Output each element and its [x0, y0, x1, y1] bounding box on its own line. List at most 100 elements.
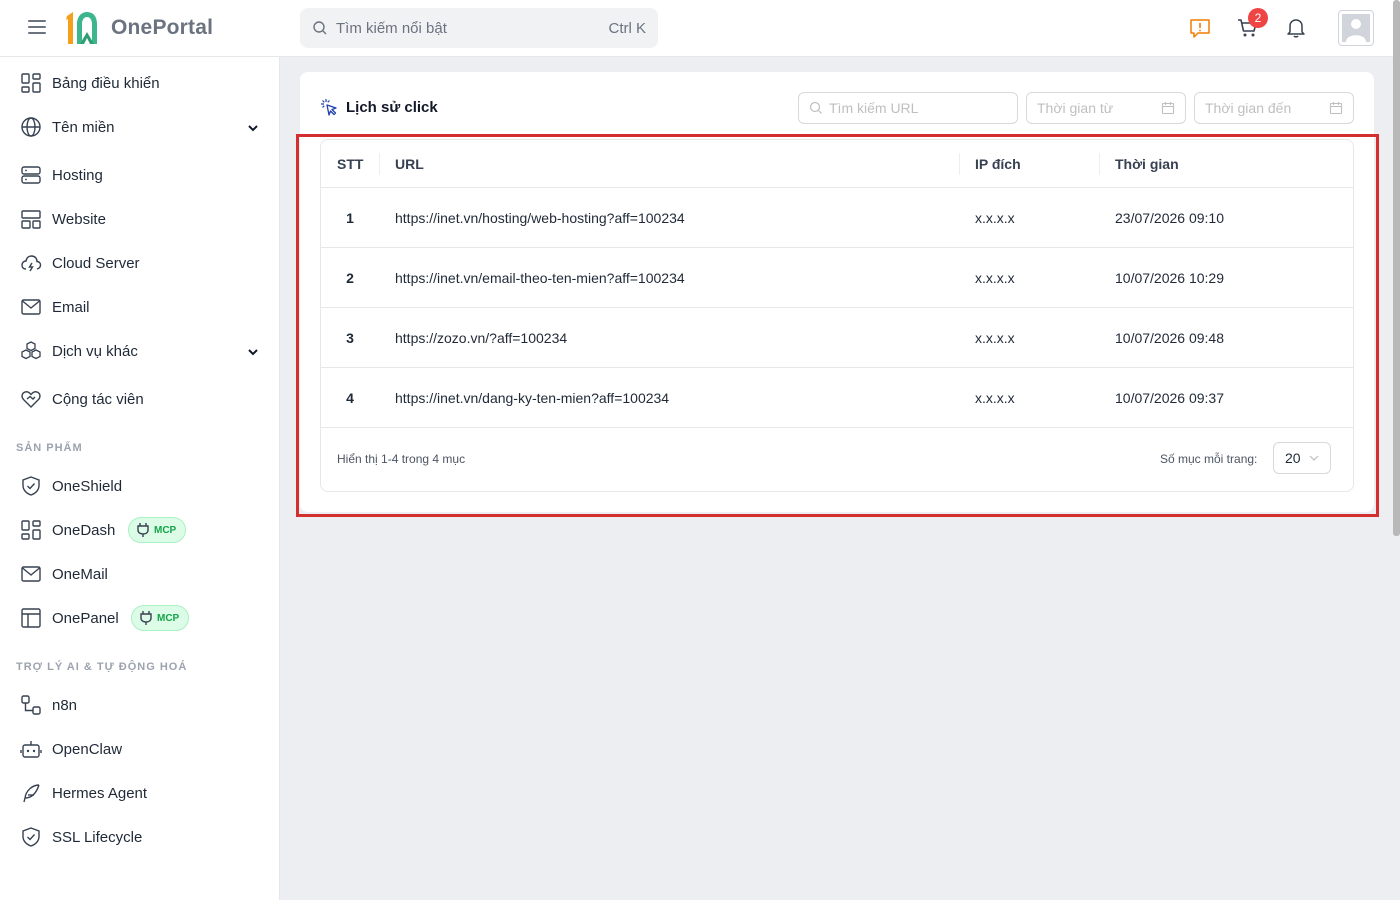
sidebar-item-label: OnePanel — [52, 609, 119, 627]
plug-icon — [140, 611, 152, 625]
chevron-down-icon[interactable] — [246, 121, 260, 135]
url-search-placeholder: Tìm kiếm URL — [829, 100, 919, 116]
per-page-value: 20 — [1285, 450, 1301, 466]
column-header-url: URL — [395, 156, 424, 172]
sidebar-item-onedash[interactable]: OneDash MCP — [0, 508, 280, 552]
cell-url: https://inet.vn/hosting/web-hosting?aff=… — [395, 210, 685, 226]
sidebar-item-other-services[interactable]: Dịch vụ khác — [0, 329, 280, 373]
cell-stt: 1 — [346, 210, 354, 226]
date-from-placeholder: Thời gian từ — [1037, 100, 1114, 116]
sidebar-item-label: Hosting — [52, 166, 103, 184]
plug-icon — [137, 523, 149, 537]
url-search-input[interactable]: Tìm kiếm URL — [798, 92, 1018, 124]
sidebar-item-label: Bảng điều khiển — [52, 74, 160, 92]
top-header: OnePortal Tìm kiếm nổi bật Ctrl K 2 — [0, 0, 1400, 57]
global-search[interactable]: Tìm kiếm nổi bật Ctrl K — [300, 8, 658, 48]
sidebar-item-label: OneShield — [52, 477, 123, 495]
card-title: Lịch sử click — [320, 98, 438, 116]
cell-ip: x.x.x.x — [975, 270, 1015, 286]
table-row[interactable]: 4 https://inet.vn/dang-ky-ten-mien?aff=1… — [321, 368, 1353, 428]
menu-icon[interactable] — [28, 20, 46, 36]
shield-icon — [22, 476, 40, 496]
user-avatar-icon — [1342, 14, 1370, 42]
sidebar-item-openclaw[interactable]: OpenClaw — [0, 727, 280, 771]
cell-stt: 3 — [346, 330, 354, 346]
sidebar-item-website[interactable]: Website — [0, 197, 280, 241]
column-divider — [379, 153, 380, 175]
section-title-products: SẢN PHẨM — [16, 442, 83, 454]
sidebar-item-label: Cộng tác viên — [52, 390, 144, 408]
page-title: Lịch sử click — [346, 98, 438, 116]
logo[interactable]: OnePortal — [64, 10, 213, 46]
sidebar-item-cloud-server[interactable]: Cloud Server — [0, 241, 280, 285]
robot-icon — [20, 741, 42, 758]
sidebar-item-domain[interactable]: Tên miền — [0, 105, 280, 149]
table-row[interactable]: 2 https://inet.vn/email-theo-ten-mien?af… — [321, 248, 1353, 308]
cell-time: 23/07/2026 09:10 — [1115, 210, 1224, 226]
chevron-down-icon — [1309, 455, 1319, 461]
sidebar-item-hosting[interactable]: Hosting — [0, 153, 280, 197]
date-from-input[interactable]: Thời gian từ — [1026, 92, 1186, 124]
sidebar-item-affiliate[interactable]: Cộng tác viên — [0, 377, 280, 421]
sidebar-item-label: Tên miền — [52, 118, 115, 136]
cloud-icon — [21, 255, 42, 272]
sidebar-item-label: Hermes Agent — [52, 784, 148, 802]
chevron-down-icon[interactable] — [246, 345, 260, 359]
table-row[interactable]: 1 https://inet.vn/hosting/web-hosting?af… — [321, 188, 1353, 248]
date-to-placeholder: Thời gian đến — [1205, 100, 1292, 116]
sidebar-item-onemail[interactable]: OneMail — [0, 552, 280, 596]
handshake-heart-icon — [21, 391, 41, 408]
cell-ip: x.x.x.x — [975, 330, 1015, 346]
search-icon — [809, 101, 822, 114]
column-header-time: Thời gian — [1115, 156, 1179, 172]
sidebar-item-label: SSL Lifecycle — [52, 828, 143, 846]
cell-url: https://inet.vn/email-theo-ten-mien?aff=… — [395, 270, 685, 286]
mcp-badge-label: MCP — [157, 612, 180, 624]
cell-url: https://zozo.vn/?aff=100234 — [395, 330, 568, 346]
sidebar-item-label: Dịch vụ khác — [52, 342, 138, 360]
workflow-icon — [21, 695, 41, 715]
table-header: STT URL IP đích Thời gian — [321, 140, 1353, 188]
sidebar-item-n8n[interactable]: n8n — [0, 683, 280, 727]
sidebar-item-ssl-lifecycle[interactable]: SSL Lifecycle — [0, 815, 280, 859]
shield-check-icon — [22, 827, 40, 847]
date-to-input[interactable]: Thời gian đến — [1194, 92, 1354, 124]
column-divider — [1099, 153, 1100, 175]
sidebar-item-hermes-agent[interactable]: Hermes Agent — [0, 771, 280, 815]
sidebar-item-label: OneMail — [52, 565, 108, 583]
feather-icon — [23, 784, 40, 803]
avatar[interactable] — [1338, 10, 1374, 46]
sidebar-item-onepanel[interactable]: OnePanel MCP — [0, 596, 280, 640]
pagination-summary: Hiển thị 1-4 trong 4 mục — [337, 452, 466, 466]
click-history-card: Lịch sử click Tìm kiếm URL Thời gian từ … — [300, 72, 1374, 512]
cart-badge: 2 — [1248, 8, 1268, 28]
search-icon — [313, 21, 327, 35]
cell-url: https://inet.vn/dang-ky-ten-mien?aff=100… — [395, 390, 670, 406]
sidebar-item-oneshield[interactable]: OneShield — [0, 464, 280, 508]
server-icon — [21, 166, 41, 184]
layout-icon — [21, 210, 41, 229]
per-page-select[interactable]: 20 — [1273, 442, 1331, 474]
section-title-ai: TRỢ LÝ AI & TỰ ĐỘNG HOÁ — [16, 661, 188, 673]
bell-icon[interactable] — [1285, 17, 1307, 39]
cell-time: 10/07/2026 09:37 — [1115, 390, 1224, 406]
table-row[interactable]: 3 https://zozo.vn/?aff=100234 x.x.x.x 10… — [321, 308, 1353, 368]
sidebar-item-label: n8n — [52, 696, 78, 714]
mail-icon — [21, 566, 41, 582]
boxes-icon — [21, 341, 41, 360]
oneportal-logo-icon — [66, 12, 97, 44]
search-shortcut: Ctrl K — [608, 19, 647, 37]
sidebar-item-label: Website — [52, 210, 106, 228]
sidebar-item-label: Email — [52, 298, 90, 316]
globe-icon — [21, 117, 41, 137]
sidebar-item-dashboard[interactable]: Bảng điều khiển — [0, 61, 280, 105]
sidebar-item-email[interactable]: Email — [0, 285, 280, 329]
dashboard-icon — [21, 520, 41, 540]
mcp-badge: MCP — [131, 605, 190, 631]
sidebar: Bảng điều khiển Tên miền Hosting Website… — [0, 57, 280, 900]
calendar-icon — [1329, 102, 1343, 115]
feedback-icon[interactable] — [1189, 17, 1211, 39]
page-scrollbar[interactable] — [1393, 0, 1400, 536]
cell-ip: x.x.x.x — [975, 390, 1015, 406]
mcp-badge-label: MCP — [154, 524, 177, 536]
